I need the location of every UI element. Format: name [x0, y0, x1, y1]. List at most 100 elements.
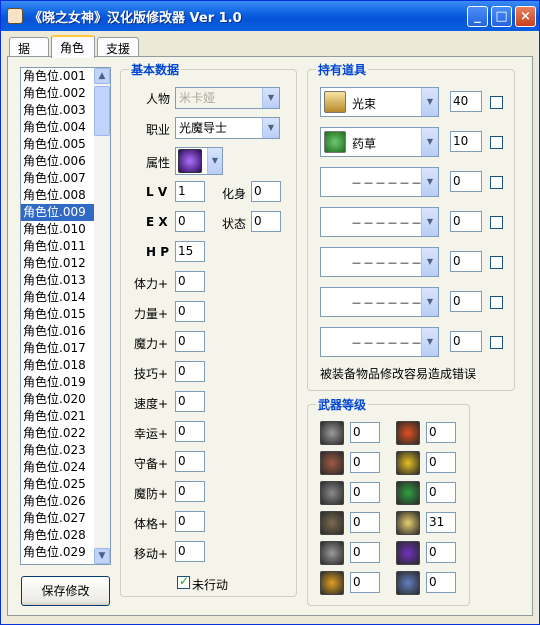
stat-label: 体格+ — [134, 517, 169, 531]
item-count-input[interactable]: 0 — [450, 251, 482, 272]
not-acted-checkbox[interactable]: ✓ — [177, 574, 190, 589]
dark-icon — [396, 541, 420, 565]
weapon-rank-input[interactable]: 0 — [350, 422, 380, 443]
tab-character[interactable]: 角色 — [51, 35, 95, 58]
weapon-rank-input[interactable]: 31 — [426, 512, 456, 533]
item-name: 药草 — [352, 137, 377, 151]
app-icon — [7, 8, 23, 24]
stat-input[interactable]: 0 — [175, 391, 205, 412]
item-select[interactable]: 药草 ▼ — [320, 127, 439, 157]
basic-data-title: 基本数据 — [129, 61, 182, 78]
item-count-input[interactable]: 0 — [450, 171, 482, 192]
chevron-down-icon[interactable]: ▼ — [421, 248, 438, 276]
tab-support[interactable]: 支援 — [97, 37, 139, 57]
items-title: 持有道具 — [316, 61, 369, 78]
chevron-down-icon[interactable]: ▼ — [207, 148, 222, 174]
character-list[interactable]: 角色位.001 角色位.002 角色位.003 角色位.004 角色位.005 角色位.0… — [20, 67, 111, 565]
wind-icon — [396, 481, 420, 505]
item-name: －－－－－－ — [351, 257, 423, 270]
item-checkbox[interactable] — [490, 336, 503, 349]
stat-label: 移动+ — [134, 547, 169, 561]
light-icon — [396, 511, 420, 535]
transform-input[interactable]: 0 — [251, 181, 281, 202]
stat-input[interactable]: 0 — [175, 541, 205, 562]
item-checkbox[interactable] — [490, 256, 503, 269]
item-select[interactable]: －－－－－－ ▼ — [320, 327, 439, 357]
stat-input[interactable]: 0 — [175, 511, 205, 532]
weapon-rank-input[interactable]: 0 — [350, 482, 380, 503]
title-bar[interactable]: 《晓之女神》汉化版修改器 Ver 1.0 _ □ × — [1, 1, 539, 31]
scroll-up-icon[interactable]: ▲ — [94, 68, 110, 84]
weapon-rank-input[interactable]: 0 — [426, 542, 456, 563]
item-name: 光束 — [352, 97, 377, 111]
lv-label: L V — [146, 185, 168, 199]
weapon-rank-input[interactable]: 0 — [426, 422, 456, 443]
save-button[interactable]: 保存修改 — [21, 576, 110, 606]
stat-input[interactable]: 0 — [175, 421, 205, 442]
maximize-button[interactable]: □ — [491, 6, 512, 27]
light-tome-icon — [324, 91, 346, 113]
weapon-rank-input[interactable]: 0 — [350, 542, 380, 563]
item-count-input[interactable]: 10 — [450, 131, 482, 152]
chevron-down-icon[interactable]: ▼ — [421, 168, 438, 196]
fire-icon — [396, 421, 420, 445]
class-select[interactable]: 光魔导士 ▼ — [175, 117, 280, 139]
item-count-input[interactable]: 40 — [450, 91, 482, 112]
list-scrollbar[interactable]: ▲ ▼ — [94, 68, 110, 564]
weapon-rank-input[interactable]: 0 — [426, 572, 456, 593]
weapon-rank-input[interactable]: 0 — [426, 482, 456, 503]
tab-base[interactable]: 据点 — [9, 37, 49, 73]
weapon-rank-input[interactable]: 0 — [350, 572, 380, 593]
chevron-down-icon[interactable]: ▼ — [262, 118, 279, 138]
item-checkbox[interactable] — [490, 176, 503, 189]
stat-input[interactable]: 0 — [175, 361, 205, 382]
lance-icon — [320, 451, 344, 475]
weapon-rank-input[interactable]: 0 — [426, 452, 456, 473]
chevron-down-icon[interactable]: ▼ — [421, 328, 438, 356]
chevron-down-icon[interactable]: ▼ — [421, 88, 438, 116]
stat-label: 速度+ — [134, 397, 169, 411]
item-name: －－－－－－ — [351, 177, 423, 190]
scroll-thumb[interactable] — [94, 86, 110, 136]
lv-input[interactable]: 1 — [175, 181, 205, 202]
item-checkbox[interactable] — [490, 296, 503, 309]
item-select[interactable]: －－－－－－ ▼ — [320, 207, 439, 237]
item-select[interactable]: －－－－－－ ▼ — [320, 167, 439, 197]
stat-input[interactable]: 0 — [175, 331, 205, 352]
item-select[interactable]: 光束 ▼ — [320, 87, 439, 117]
item-count-input[interactable]: 0 — [450, 291, 482, 312]
person-select: 米卡娅 ▼ — [175, 87, 280, 109]
item-select[interactable]: －－－－－－ ▼ — [320, 287, 439, 317]
chevron-down-icon[interactable]: ▼ — [421, 208, 438, 236]
stat-input[interactable]: 0 — [175, 451, 205, 472]
stat-label: 魔力+ — [134, 337, 169, 351]
class-label: 职业 — [146, 123, 171, 137]
item-checkbox[interactable] — [490, 136, 503, 149]
item-count-input[interactable]: 0 — [450, 211, 482, 232]
item-count-input[interactable]: 0 — [450, 331, 482, 352]
item-checkbox[interactable] — [490, 216, 503, 229]
stat-input[interactable]: 0 — [175, 301, 205, 322]
items-warning: 被装备物品修改容易造成错误 — [320, 367, 477, 381]
window-title: 《晓之女神》汉化版修改器 Ver 1.0 — [29, 11, 242, 26]
weapon-rank-input[interactable]: 0 — [350, 452, 380, 473]
stat-input[interactable]: 0 — [175, 271, 205, 292]
item-select[interactable]: －－－－－－ ▼ — [320, 247, 439, 277]
stat-input[interactable]: 0 — [175, 481, 205, 502]
ex-input[interactable]: 0 — [175, 211, 205, 232]
hp-input[interactable]: 15 — [175, 241, 205, 262]
attribute-select[interactable]: ▼ — [175, 147, 223, 175]
stat-label: 体力+ — [134, 277, 169, 291]
weapon-rank-input[interactable]: 0 — [350, 512, 380, 533]
scroll-down-icon[interactable]: ▼ — [94, 548, 110, 564]
stat-label: 幸运+ — [134, 427, 169, 441]
status-input[interactable]: 0 — [251, 211, 281, 232]
chevron-down-icon[interactable]: ▼ — [421, 288, 438, 316]
minimize-button[interactable]: _ — [467, 6, 488, 27]
check-icon: ✓ — [179, 574, 190, 588]
close-button[interactable]: × — [515, 6, 536, 27]
bow-icon — [320, 511, 344, 535]
chevron-down-icon[interactable]: ▼ — [421, 128, 438, 156]
ex-label: E X — [146, 215, 168, 229]
item-checkbox[interactable] — [490, 96, 503, 109]
